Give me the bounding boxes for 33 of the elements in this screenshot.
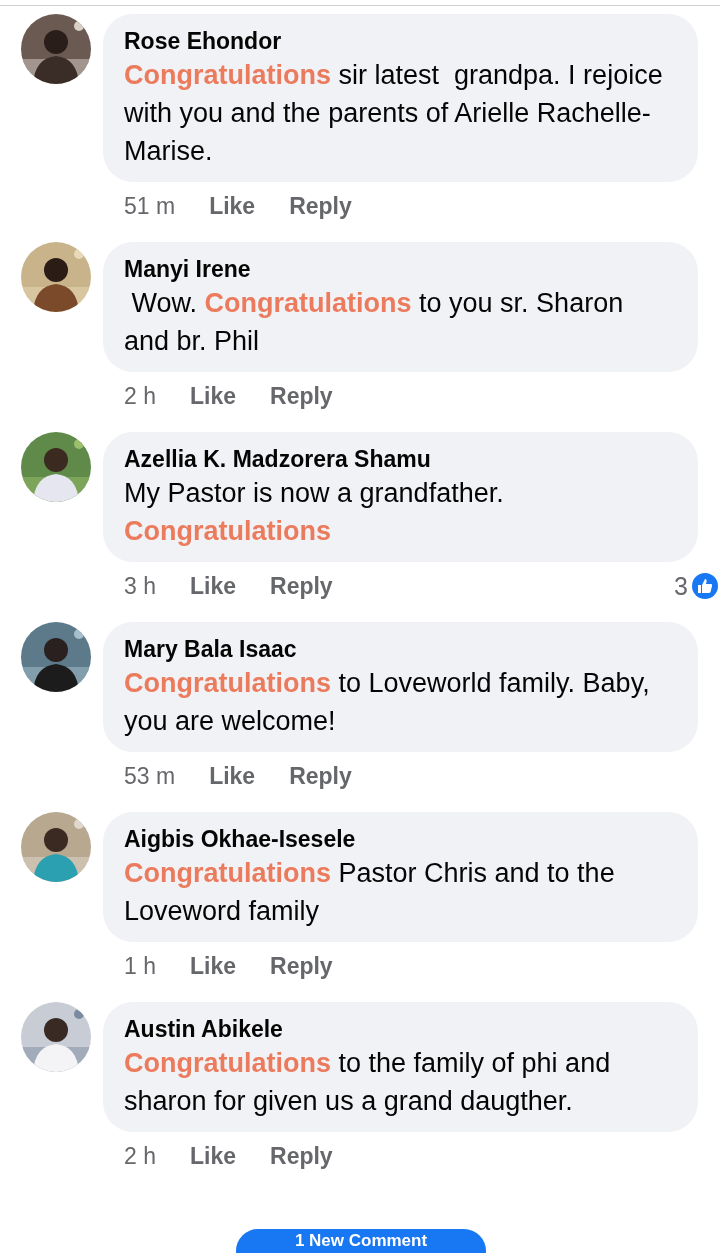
like-button[interactable]: Like [190, 952, 236, 980]
reply-button[interactable]: Reply [289, 762, 352, 790]
reply-button[interactable]: Reply [270, 382, 333, 410]
comment-text: Congratulations to the family of phi and sharon for given us a grand daugther. [124, 1047, 612, 1118]
comment-text: Congratulations sir latest grandpa. I rejoice with you and the parents of Arielle Rachelle-Marise. [124, 59, 664, 168]
reply-button[interactable]: Reply [289, 192, 352, 220]
like-button[interactable]: Like [190, 382, 236, 410]
comment-text: Congratulations to Loveworld family. Baby, you are welcome! [124, 667, 651, 738]
timestamp: 53 m [124, 762, 176, 790]
comment-text: My Pastor is now a grandfather. Congratulations [124, 477, 505, 548]
like-button[interactable]: Like [190, 1142, 236, 1170]
timestamp: 2 h [124, 1142, 156, 1170]
timestamp: 2 h [124, 382, 156, 410]
new-comment-button[interactable]: 1 New Comment [236, 1229, 486, 1253]
timestamp: 51 m [124, 192, 176, 220]
thumbs-up-icon[interactable] [692, 573, 718, 599]
author-name[interactable]: Austin Abikele [124, 1014, 674, 1044]
timestamp: 1 h [124, 952, 156, 980]
author-name[interactable]: Rose Ehondor [124, 26, 674, 56]
timestamp: 3 h [124, 572, 156, 600]
reply-button[interactable]: Reply [270, 572, 333, 600]
author-name[interactable]: Aigbis Okhae-Isesele [124, 824, 674, 854]
like-button[interactable]: Like [190, 572, 236, 600]
reply-button[interactable]: Reply [270, 1142, 333, 1170]
like-button[interactable]: Like [209, 762, 256, 790]
author-name[interactable]: Azellia K. Madzorera Shamu [124, 444, 674, 474]
author-name[interactable]: Mary Bala Isaac [124, 634, 674, 664]
author-name[interactable]: Manyi Irene [124, 254, 674, 284]
comment-text: Congratulations Pastor Chris and to the Loveword family [124, 857, 616, 928]
reaction-count: 3 [674, 571, 688, 601]
like-button[interactable]: Like [209, 192, 256, 220]
reply-button[interactable]: Reply [270, 952, 333, 980]
comment-text: Wow. Congratulations to you sr. Sharon and br. Phil [124, 287, 625, 358]
